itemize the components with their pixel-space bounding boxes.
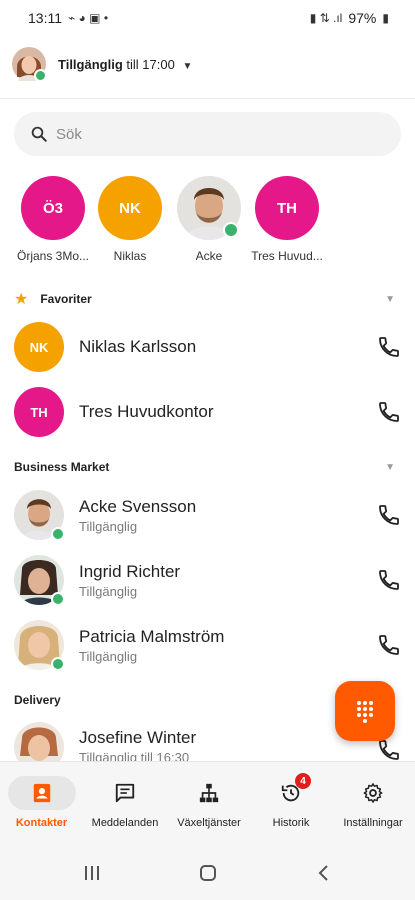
online-status-dot <box>51 657 65 671</box>
contact-row[interactable]: NK Niklas Karlsson <box>0 315 415 379</box>
presence-status: Tillgänglig <box>58 56 123 72</box>
hierarchy-icon <box>199 783 219 803</box>
contact-initials-avatar: TH <box>255 176 319 240</box>
quick-contacts: Ö3 Örjans 3Mo... NK Niklas Acke TH Tres … <box>0 176 415 266</box>
tab-messages[interactable]: Meddelanden <box>84 762 166 846</box>
tab-label: Växeltjänster <box>177 817 241 829</box>
tab-label: Meddelanden <box>91 817 159 829</box>
quick-contact-label: Tres Huvud... <box>251 249 323 263</box>
section-title: Business Market <box>14 460 110 474</box>
battery-icon: ▮ <box>382 11 389 25</box>
tab-settings[interactable]: Inställningar <box>333 762 413 846</box>
tab-pill <box>91 776 159 810</box>
contact-row[interactable]: TH Tres Huvudkontor <box>0 380 415 444</box>
tab-history[interactable]: 4 Historik <box>255 762 327 846</box>
tab-pill <box>7 776 76 810</box>
dialpad-button[interactable] <box>335 681 395 741</box>
quick-contact-label: Acke <box>195 249 223 263</box>
presence-until: till 17:00 <box>126 56 175 72</box>
status-bar: 13:11 ⌁ ◕ ▣ • ▮ ⇅ .ıl 97% ▮ <box>0 0 415 36</box>
contact-name: Niklas Karlsson <box>79 337 197 356</box>
caret-down-icon[interactable]: ▼ <box>385 462 395 473</box>
search-input[interactable] <box>56 125 356 143</box>
contact-photo-avatar <box>14 722 64 761</box>
history-badge: 4 <box>295 773 311 789</box>
online-status-dot <box>34 69 47 82</box>
contact-name: Tres Huvudkontor <box>79 402 214 421</box>
contact-name: Ingrid Richter <box>79 561 181 581</box>
quick-contact-label: Niklas <box>113 249 147 263</box>
star-icon: ★ <box>14 291 29 308</box>
phone-icon[interactable] <box>377 400 401 424</box>
contact-status: Tillgänglig till 16:30 <box>79 750 190 761</box>
recents-icon <box>85 866 99 880</box>
tab-label: Inställningar <box>343 817 403 829</box>
tab-switchboard[interactable]: Växeltjänster <box>168 762 250 846</box>
status-time: 13:11 <box>28 10 62 26</box>
tab-label: Historik <box>272 817 310 829</box>
contact-row[interactable]: Acke Svensson Tillgänglig <box>0 483 415 547</box>
phone-icon[interactable] <box>377 738 401 761</box>
quick-contact[interactable]: TH Tres Huvud... <box>246 176 328 263</box>
contact-name: Patricia Malmström <box>79 626 225 646</box>
search-bar[interactable] <box>14 112 401 156</box>
phone-icon[interactable] <box>377 503 401 527</box>
contacts-icon <box>33 783 50 803</box>
section-title: Favoriter <box>40 292 92 306</box>
tab-label: Kontakter <box>15 817 68 829</box>
bottom-navigation: Kontakter Meddelanden Växeltjänster 4 Hi… <box>0 761 415 845</box>
contact-initials-avatar: TH <box>14 387 64 437</box>
recent-apps-button[interactable] <box>80 863 104 883</box>
system-navigation-bar <box>0 845 415 900</box>
tab-contacts[interactable]: Kontakter <box>6 762 77 846</box>
search-icon <box>31 126 47 142</box>
contact-status: Tillgänglig <box>79 518 138 534</box>
header-divider <box>0 98 415 99</box>
dialpad-icon <box>357 701 373 723</box>
signal-icons: ▮ ⇅ .ıl <box>309 11 343 25</box>
tab-pill: 4 <box>257 773 325 810</box>
phone-icon[interactable] <box>377 335 401 359</box>
contact-name: Acke Svensson <box>79 496 197 516</box>
contact-initials-avatar: NK <box>98 176 162 240</box>
tab-pill <box>175 776 243 810</box>
section-title: Delivery <box>14 693 61 707</box>
contact-status: Tillgänglig <box>79 648 138 664</box>
presence-status-text[interactable]: Tillgänglig till 17:00 ▼ <box>58 57 192 72</box>
home-icon <box>200 865 216 881</box>
gear-icon <box>363 783 383 803</box>
contact-initials-avatar: NK <box>14 322 64 372</box>
contact-row[interactable]: Patricia Malmström Tillgänglig <box>0 613 415 677</box>
online-status-dot <box>51 592 65 606</box>
contact-initials-avatar: Ö3 <box>21 176 85 240</box>
quick-contact[interactable]: Ö3 Örjans 3Mo... <box>12 176 94 263</box>
back-icon <box>318 865 328 881</box>
contact-photo-avatar <box>177 176 241 240</box>
caret-down-icon[interactable]: ▼ <box>385 294 395 305</box>
avatar[interactable] <box>12 47 47 82</box>
tab-pill <box>339 776 407 810</box>
business-section-header[interactable]: Business Market ▼ <box>0 455 415 479</box>
battery-percent: 97% <box>348 10 377 26</box>
online-status-dot <box>51 527 65 541</box>
phone-icon[interactable] <box>377 633 401 657</box>
favorites-section-header[interactable]: ★ Favoriter ▼ <box>0 287 415 311</box>
caret-down-icon: ▼ <box>182 60 193 72</box>
back-button[interactable] <box>312 863 336 883</box>
home-button[interactable] <box>196 863 220 883</box>
notification-icons: ⌁ ◕ ▣ • <box>68 11 109 25</box>
phone-icon[interactable] <box>377 568 401 592</box>
contact-status: Tillgänglig <box>79 583 138 599</box>
online-status-dot <box>223 222 239 238</box>
presence-selector[interactable]: Tillgänglig till 17:00 ▼ <box>12 44 192 84</box>
message-icon <box>115 783 135 803</box>
contact-name: Josefine Winter <box>79 728 197 747</box>
quick-contact-label: Örjans 3Mo... <box>16 249 90 263</box>
quick-contact[interactable]: NK Niklas <box>89 176 171 263</box>
contact-row[interactable]: Ingrid Richter Tillgänglig <box>0 548 415 612</box>
quick-contact[interactable]: Acke <box>168 176 250 263</box>
